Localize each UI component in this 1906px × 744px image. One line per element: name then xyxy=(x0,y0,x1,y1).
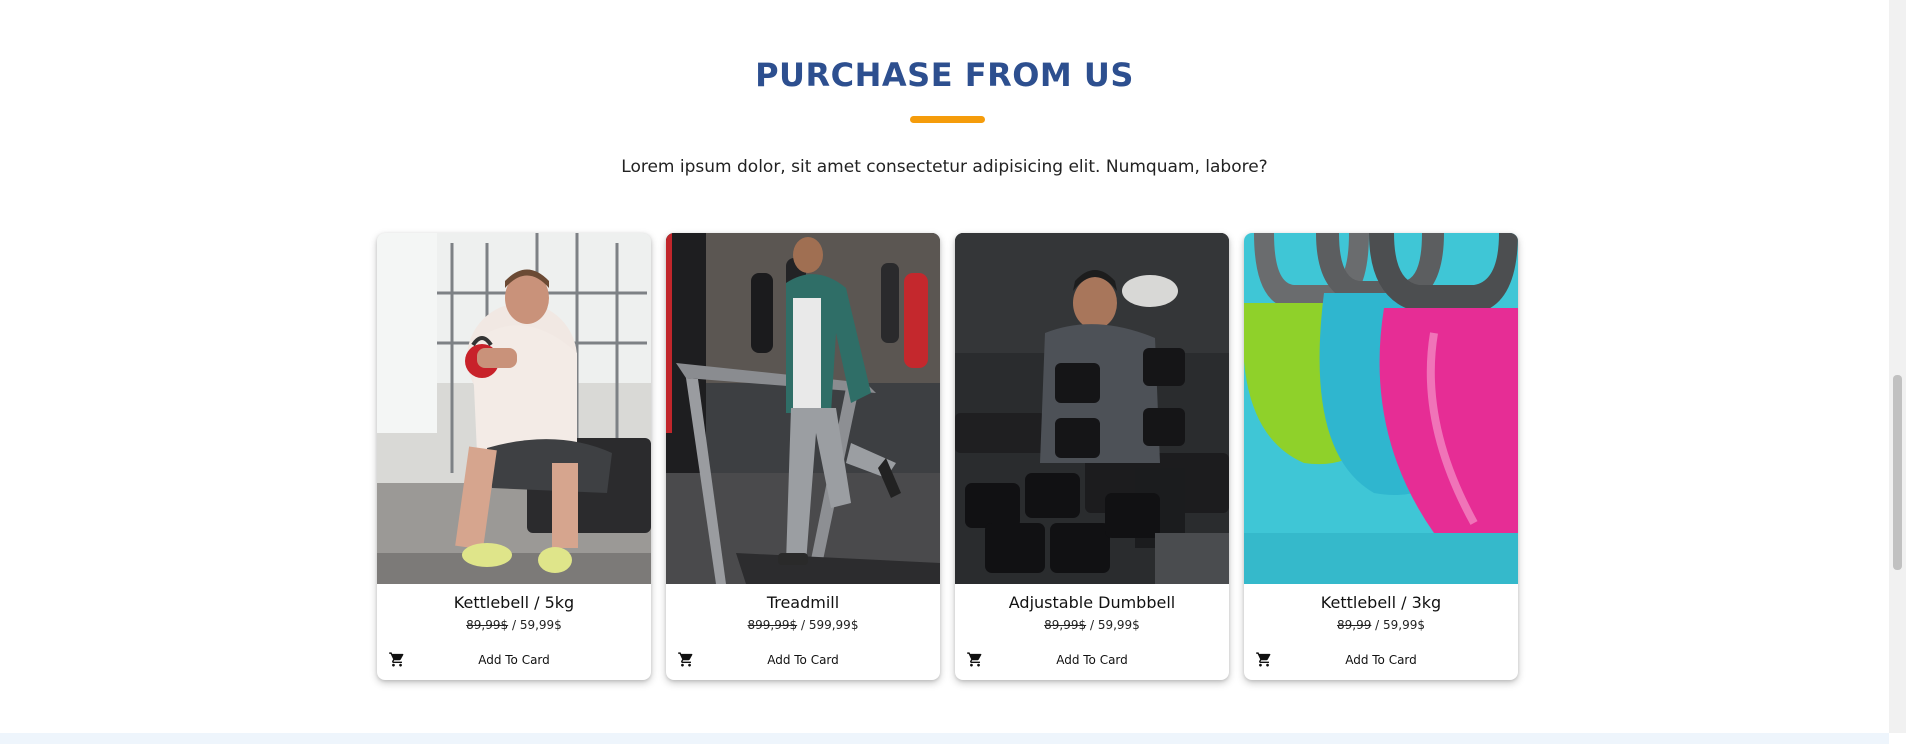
new-price: 59,99$ xyxy=(519,618,562,632)
section-title: PURCHASE FROM US xyxy=(755,56,1134,94)
new-price: 59,99$ xyxy=(1383,618,1426,632)
product-price: 89,99 / 59,99$ xyxy=(1244,618,1518,632)
next-section-edge xyxy=(0,733,1889,744)
cart-icon[interactable] xyxy=(677,651,695,668)
product-card: Kettlebell / 3kg 89,99 / 59,99$ Add To C… xyxy=(1244,233,1518,680)
product-card: Treadmill 899,99$ / 599,99$ Add To Card xyxy=(666,233,940,680)
product-name: Treadmill xyxy=(766,593,840,612)
product-image xyxy=(955,233,1229,584)
scrollbar-track[interactable] xyxy=(1889,0,1906,733)
product-name: Kettlebell / 5kg xyxy=(453,593,575,612)
colorful-kettlebells-photo xyxy=(1244,233,1518,584)
product-price: 89,99$ / 59,99$ xyxy=(377,618,651,632)
man-on-treadmill-photo xyxy=(666,233,940,584)
section-subtitle: Lorem ipsum dolor, sit amet consectetur … xyxy=(621,157,1268,177)
add-to-card-button[interactable]: Add To Card xyxy=(666,649,940,671)
price-separator: / xyxy=(1086,618,1098,632)
add-to-card-button[interactable]: Add To Card xyxy=(1244,649,1518,671)
product-name: Kettlebell / 3kg xyxy=(1320,593,1442,612)
cart-row: Add To Card xyxy=(955,649,1229,671)
man-with-kettlebell-photo xyxy=(377,233,651,584)
cart-icon[interactable] xyxy=(388,651,406,668)
cart-icon[interactable] xyxy=(966,651,984,668)
product-image xyxy=(666,233,940,584)
product-price: 899,99$ / 599,99$ xyxy=(666,618,940,632)
title-underline xyxy=(910,116,985,123)
cart-icon[interactable] xyxy=(1255,651,1273,668)
cart-row: Add To Card xyxy=(1244,649,1518,671)
new-price: 599,99$ xyxy=(808,618,859,632)
product-card: Adjustable Dumbbell 89,99$ / 59,99$ Add … xyxy=(955,233,1229,680)
add-to-card-button[interactable]: Add To Card xyxy=(955,649,1229,671)
product-name: Adjustable Dumbbell xyxy=(1008,593,1176,612)
price-separator: / xyxy=(797,618,809,632)
price-separator: / xyxy=(1371,618,1384,632)
new-price: 59,99$ xyxy=(1097,618,1140,632)
purchase-section: PURCHASE FROM US Lorem ipsum dolor, sit … xyxy=(0,0,1889,733)
old-price: 899,99$ xyxy=(747,618,798,632)
add-to-card-button[interactable]: Add To Card xyxy=(377,649,651,671)
product-image xyxy=(1244,233,1518,584)
product-card: Kettlebell / 5kg 89,99$ / 59,99$ Add To … xyxy=(377,233,651,680)
man-with-dumbbells-photo xyxy=(955,233,1229,584)
product-image xyxy=(377,233,651,584)
product-price: 89,99$ / 59,99$ xyxy=(955,618,1229,632)
scrollbar-thumb[interactable] xyxy=(1893,375,1902,570)
product-grid: Kettlebell / 5kg 89,99$ / 59,99$ Add To … xyxy=(377,233,1518,680)
old-price: 89,99 xyxy=(1336,618,1372,632)
old-price: 89,99$ xyxy=(466,618,509,632)
cart-row: Add To Card xyxy=(666,649,940,671)
price-separator: / xyxy=(508,618,520,632)
cart-row: Add To Card xyxy=(377,649,651,671)
old-price: 89,99$ xyxy=(1044,618,1087,632)
